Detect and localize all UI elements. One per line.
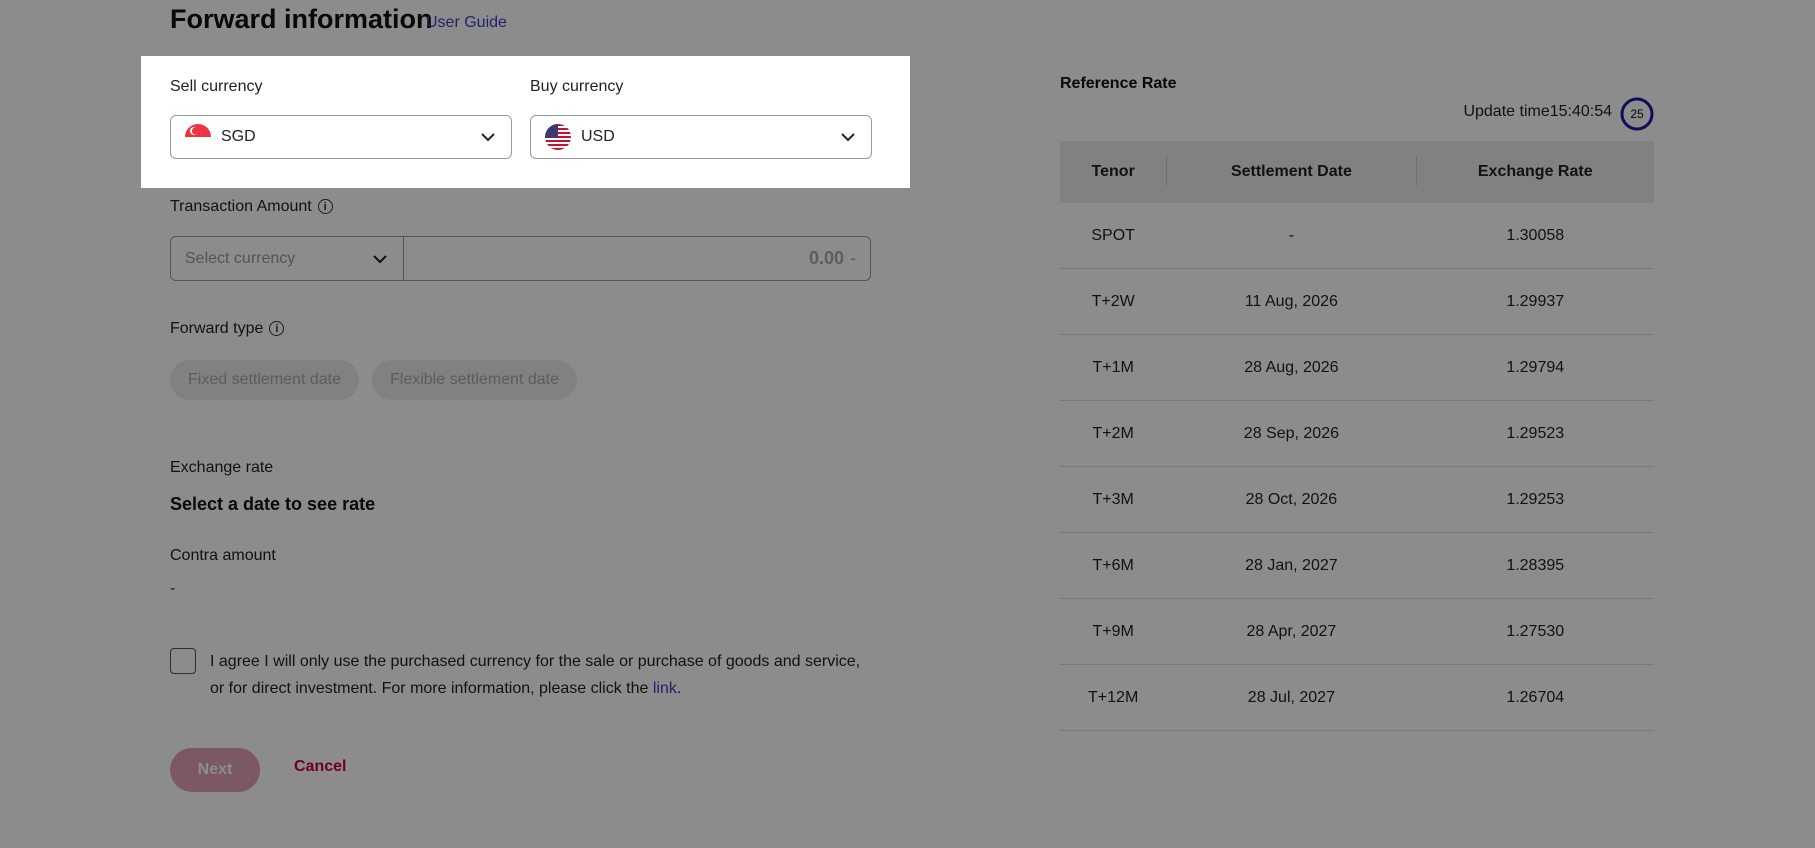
sell-currency-select[interactable]: SGD xyxy=(170,115,512,159)
sell-currency-label: Sell currency xyxy=(170,78,263,95)
buy-currency-value: USD xyxy=(581,128,615,145)
sell-currency-value: SGD xyxy=(221,128,256,145)
buy-currency-select[interactable]: USD xyxy=(530,115,872,159)
chevron-down-icon xyxy=(481,133,495,142)
currency-selection-panel: Sell currency SGD Buy currency USD xyxy=(141,56,910,188)
us-flag-icon xyxy=(545,124,571,150)
singapore-flag-icon xyxy=(185,124,211,150)
chevron-down-icon xyxy=(841,133,855,142)
buy-currency-label: Buy currency xyxy=(530,78,624,95)
